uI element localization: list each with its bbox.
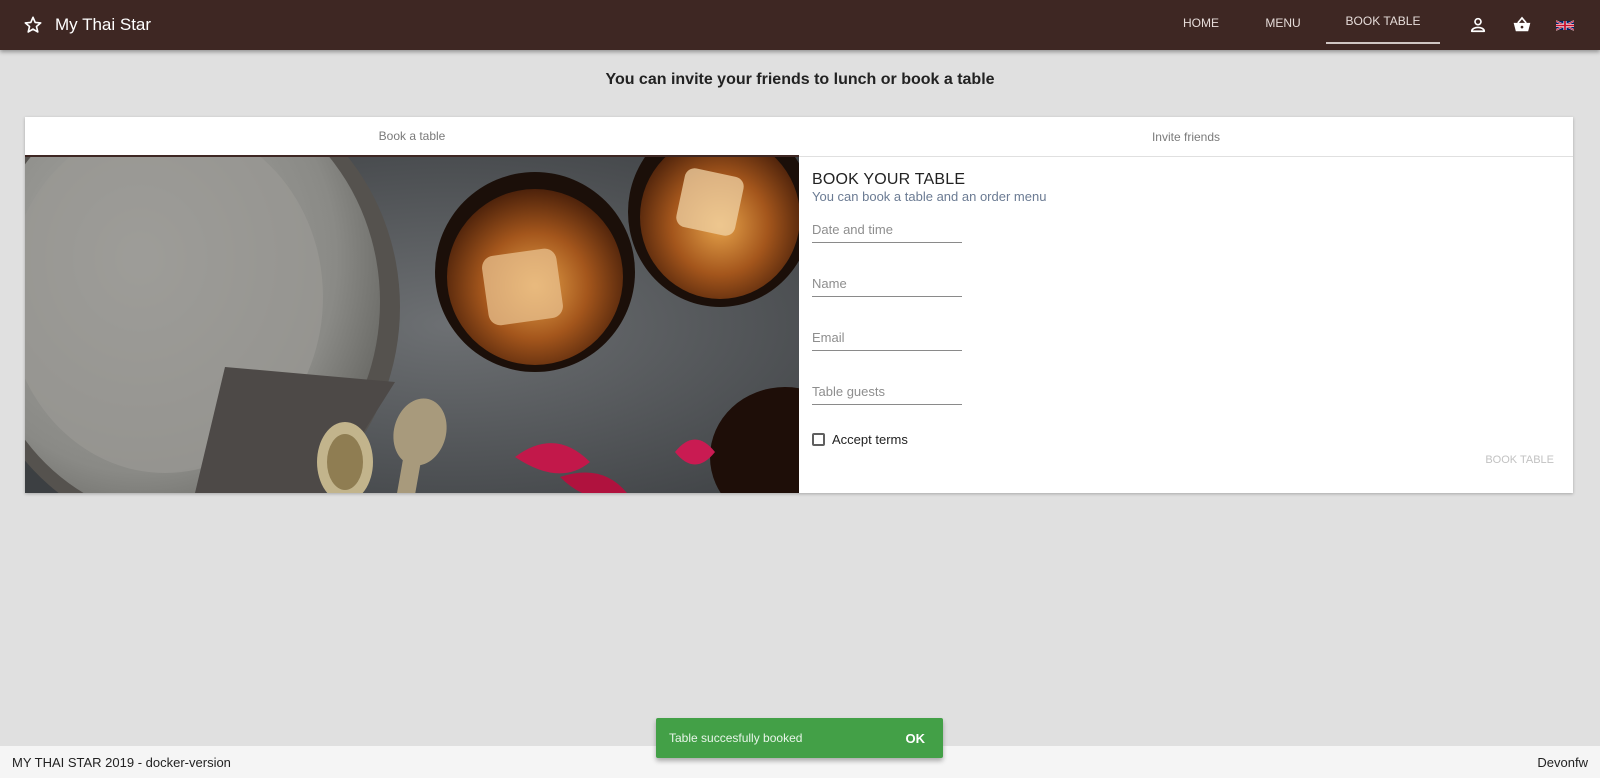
- table-guests-input[interactable]: [812, 379, 962, 403]
- language-button[interactable]: [1552, 12, 1578, 38]
- footer-copyright: MY THAI STAR 2019 - docker-version: [12, 754, 231, 770]
- name-input[interactable]: [812, 271, 962, 295]
- email-input[interactable]: [812, 325, 962, 349]
- book-table-button[interactable]: BOOK TABLE: [1485, 454, 1554, 466]
- brand-home-link[interactable]: My Thai Star: [22, 14, 151, 36]
- accept-terms-checkbox[interactable]: [812, 433, 825, 446]
- table-guests-field[interactable]: [812, 379, 962, 405]
- page-title: You can invite your friends to lunch or …: [605, 71, 995, 88]
- star-outline-icon: [24, 16, 42, 33]
- drinks-photo: [25, 157, 799, 493]
- email-field[interactable]: [812, 325, 962, 351]
- date-time-field[interactable]: [812, 217, 962, 243]
- account-button[interactable]: [1465, 12, 1491, 38]
- shopping-basket-icon: [1513, 16, 1531, 32]
- brand-title: My Thai Star: [55, 15, 152, 34]
- booking-card: Book a table Invite friends BOOK YOUR TA…: [25, 117, 1573, 493]
- accept-terms-label: Accept terms: [832, 432, 908, 447]
- top-toolbar: My Thai Star HOME MENU BOOK TABLE: [0, 0, 1600, 50]
- form-subtitle: You can book a table and an order menu: [812, 189, 1047, 204]
- account-icon: [1470, 17, 1486, 33]
- name-field[interactable]: [812, 271, 962, 297]
- snackbar-ok-button[interactable]: OK: [906, 731, 926, 746]
- cart-button[interactable]: [1509, 12, 1535, 38]
- snackbar-message: Table succesfully booked: [669, 731, 803, 745]
- nav-home[interactable]: HOME: [1170, 0, 1232, 46]
- booking-tabs: Book a table Invite friends: [25, 117, 1573, 157]
- accept-terms-row[interactable]: Accept terms: [812, 432, 908, 447]
- nav-book-table[interactable]: BOOK TABLE: [1326, 0, 1440, 44]
- booking-form: BOOK YOUR TABLE You can book a table and…: [812, 157, 1562, 493]
- uk-flag-icon: [1556, 19, 1574, 31]
- nav-menu[interactable]: MENU: [1254, 0, 1312, 46]
- form-title: BOOK YOUR TABLE: [812, 171, 966, 188]
- tab-book-a-table[interactable]: Book a table: [25, 117, 799, 157]
- success-snackbar: Table succesfully booked OK: [656, 718, 943, 758]
- date-time-input[interactable]: [812, 217, 962, 241]
- footer-devonfw: Devonfw: [1537, 754, 1588, 770]
- tab-invite-friends[interactable]: Invite friends: [799, 117, 1573, 157]
